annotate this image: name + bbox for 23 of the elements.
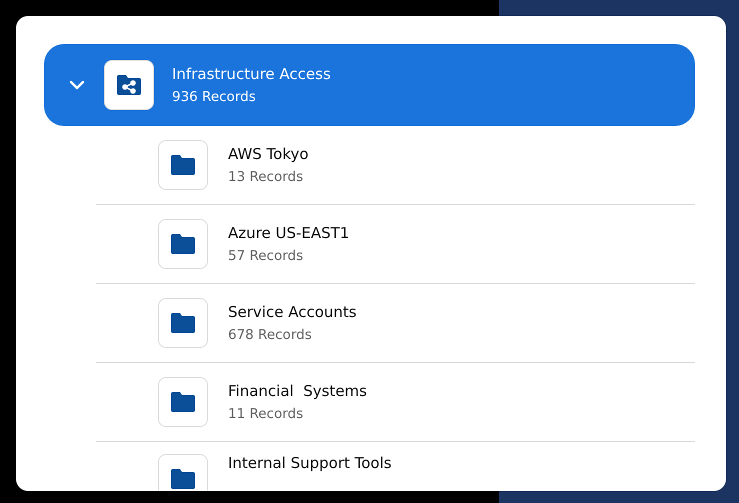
folder-row[interactable]: Financial Systems 11 Records (96, 363, 695, 442)
shared-folder-icon (116, 74, 142, 96)
folder-row[interactable]: AWS Tokyo 13 Records (96, 126, 695, 205)
folder-group-row[interactable]: Infrastructure Access 936 Records (44, 44, 695, 126)
folder-icon (170, 312, 196, 334)
folder-title: Internal Support Tools (228, 454, 392, 472)
folder-icon (170, 233, 196, 255)
folder-icon (170, 154, 196, 176)
folder-title: Service Accounts (228, 303, 357, 321)
folder-title: Azure US-EAST1 (228, 224, 350, 242)
folder-icon (170, 391, 196, 413)
folder-row[interactable]: Azure US-EAST1 57 Records (96, 205, 695, 284)
record-count: 936 Records (172, 89, 257, 105)
folder-row[interactable]: Service Accounts 678 Records (96, 284, 695, 363)
folder-icon (170, 468, 196, 490)
folder-title: Financial Systems (228, 382, 367, 400)
record-count: 678 Records (228, 327, 313, 343)
folder-title: Infrastructure Access (172, 65, 331, 83)
record-count: 13 Records (228, 169, 304, 185)
record-count: 57 Records (228, 248, 304, 264)
folder-row[interactable]: Internal Support Tools (96, 442, 695, 491)
record-count: 11 Records (228, 406, 304, 422)
folder-title: AWS Tokyo (228, 145, 309, 163)
